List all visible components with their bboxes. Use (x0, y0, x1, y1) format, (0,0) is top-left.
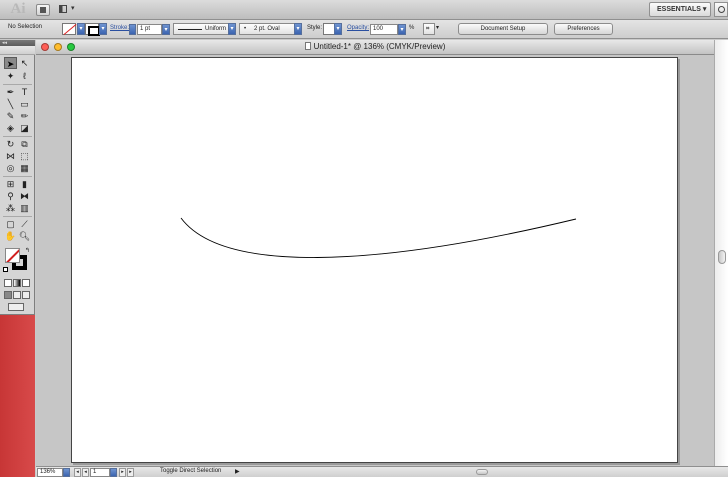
chevron-down-icon: ▾ (436, 25, 440, 31)
zoom-tool-icon[interactable]: 🔍︎ (18, 230, 31, 242)
draw-behind-button[interactable] (13, 291, 21, 299)
slice-tool-icon[interactable]: ⟋ (18, 218, 31, 230)
eyedropper-tool-icon[interactable]: ⚲ (4, 190, 17, 202)
artboard-number-field[interactable]: 1 (90, 468, 110, 477)
illustrator-logo: Ai (10, 1, 26, 17)
stroke-weight-field[interactable]: 1 pt (137, 24, 162, 35)
artboard-tool-icon[interactable]: ▢ (4, 218, 17, 230)
preferences-button[interactable]: Preferences (554, 23, 613, 35)
drawn-path[interactable] (180, 217, 577, 258)
perspective-grid-tool-icon[interactable]: ▦ (18, 162, 31, 174)
paintbrush-tool-icon[interactable]: ✎ (4, 110, 17, 122)
blend-tool-icon[interactable]: ⧓ (18, 190, 31, 202)
line-segment-tool-icon[interactable]: ╲ (4, 98, 17, 110)
stroke-weight-stepper[interactable] (129, 24, 136, 35)
rotate-tool-icon[interactable]: ↻ (4, 138, 17, 150)
type-tool-icon[interactable]: T (18, 86, 31, 98)
canvas-area[interactable] (36, 55, 714, 466)
stroke-dropdown[interactable]: ▾ (99, 23, 107, 35)
brush-dropdown[interactable]: ▾ (294, 23, 302, 35)
color-mode-button[interactable] (4, 279, 12, 287)
opacity-label[interactable]: Opacity: (347, 25, 369, 31)
hand-tool-icon[interactable]: ✋ (4, 230, 17, 242)
selection-status: No Selection (8, 24, 43, 30)
arrange-documents-icon (59, 5, 67, 13)
fill-stroke-widget[interactable] (4, 248, 32, 276)
mesh-tool-icon[interactable]: ⊞ (4, 178, 17, 190)
document-title-bar: Untitled-1* @ 136% (CMYK/Preview) (36, 40, 714, 55)
fill-box[interactable] (5, 248, 20, 263)
artboard-dropdown[interactable] (110, 468, 117, 477)
profile-line-icon (178, 29, 202, 30)
tools-panel: ◂◂ ➤ ↖ ✦ ℓ ✒ T ╲ ▭ ✎ ✏ ◈ ◪ ↻ ⧉ ⋈ ⬚ ◎ ▦ ⊞… (0, 40, 35, 315)
gradient-tool-icon[interactable]: ▮ (18, 178, 31, 190)
previous-artboard-button[interactable]: ◂ (82, 468, 89, 477)
document-title: Untitled-1* @ 136% (CMYK/Preview) (313, 42, 446, 51)
status-bar: 136% ◂ ◂ 1 ▸ ▸ Toggle Direct Selection ▶ (36, 466, 728, 477)
document-icon (304, 42, 311, 50)
symbol-sprayer-tool-icon[interactable]: ⁂ (4, 202, 17, 214)
rectangle-tool-icon[interactable]: ▭ (18, 98, 31, 110)
fill-color-swatch[interactable] (62, 23, 76, 35)
status-text[interactable]: Toggle Direct Selection (160, 468, 221, 474)
blob-brush-tool-icon[interactable]: ◈ (4, 122, 17, 134)
align-options-button[interactable]: ⌗ (423, 23, 435, 35)
stroke-color-swatch[interactable] (85, 23, 100, 36)
change-screen-mode-button[interactable] (8, 303, 24, 311)
tools-panel-header[interactable] (0, 46, 35, 55)
zoom-dropdown[interactable] (63, 468, 70, 477)
lasso-tool-icon[interactable]: ℓ (18, 70, 31, 82)
eraser-tool-icon[interactable]: ◪ (18, 122, 31, 134)
variable-width-profile[interactable]: Uniform ▾ (173, 23, 236, 35)
chevron-down-icon: ▾ (71, 5, 75, 12)
last-artboard-button[interactable]: ▸ (127, 468, 134, 477)
first-artboard-button[interactable]: ◂ (74, 468, 81, 477)
opacity-dropdown[interactable]: ▾ (398, 24, 406, 35)
magic-wand-tool-icon[interactable]: ✦ (4, 70, 17, 82)
arrange-documents-button[interactable]: ▾ (57, 4, 79, 16)
status-menu-arrow-icon[interactable]: ▶ (235, 468, 240, 475)
draw-inside-button[interactable] (22, 291, 30, 299)
horizontal-scroll-thumb[interactable] (476, 469, 488, 475)
draw-normal-button[interactable] (4, 291, 12, 299)
shape-builder-tool-icon[interactable]: ◎ (4, 162, 17, 174)
default-fill-stroke-icon[interactable] (3, 267, 8, 272)
next-artboard-button[interactable]: ▸ (119, 468, 126, 477)
go-to-bridge-button[interactable] (36, 4, 50, 16)
application-bar: Ai ▾ ESSENTIALS ▾ (0, 0, 728, 20)
pencil-tool-icon[interactable]: ✏ (18, 110, 31, 122)
gradient-mode-button[interactable] (13, 279, 21, 287)
workspace-switcher[interactable]: ESSENTIALS ▾ (649, 2, 711, 17)
scale-tool-icon[interactable]: ⧉ (18, 138, 31, 150)
none-mode-button[interactable] (22, 279, 30, 287)
pen-tool-icon[interactable]: ✒ (4, 86, 17, 98)
artboard[interactable] (71, 57, 678, 463)
style-label: Style: (307, 25, 323, 31)
align-icon: ⌗ (426, 26, 430, 32)
selection-tool-icon[interactable]: ➤ (4, 57, 17, 69)
free-transform-tool-icon[interactable]: ⬚ (18, 150, 31, 162)
search-icon[interactable] (714, 2, 728, 17)
zoom-field[interactable]: 136% (37, 468, 63, 477)
graphic-style-dropdown[interactable]: ▾ (334, 23, 342, 35)
artboard-drawing (180, 217, 577, 258)
width-tool-icon[interactable]: ⋈ (4, 150, 17, 162)
vertical-scrollbar[interactable] (714, 40, 728, 466)
control-bar: No Selection ▾ ▾ Stroke: 1 pt ▾ Uniform … (0, 20, 728, 39)
opacity-unit: % (409, 25, 415, 31)
document-setup-button[interactable]: Document Setup (458, 23, 548, 35)
fill-dropdown[interactable]: ▾ (77, 23, 85, 35)
stroke-weight-dropdown[interactable]: ▾ (162, 24, 170, 35)
profile-dropdown[interactable]: ▾ (228, 23, 236, 35)
direct-selection-tool-icon[interactable]: ↖ (18, 57, 31, 69)
opacity-field[interactable]: 100 (370, 24, 398, 35)
stroke-label[interactable]: Stroke: (110, 25, 129, 31)
vertical-scroll-thumb[interactable] (718, 250, 726, 264)
brush-definition[interactable]: • 2 pt. Oval ▾ (239, 23, 302, 35)
column-graph-tool-icon[interactable]: ▥ (18, 202, 31, 214)
